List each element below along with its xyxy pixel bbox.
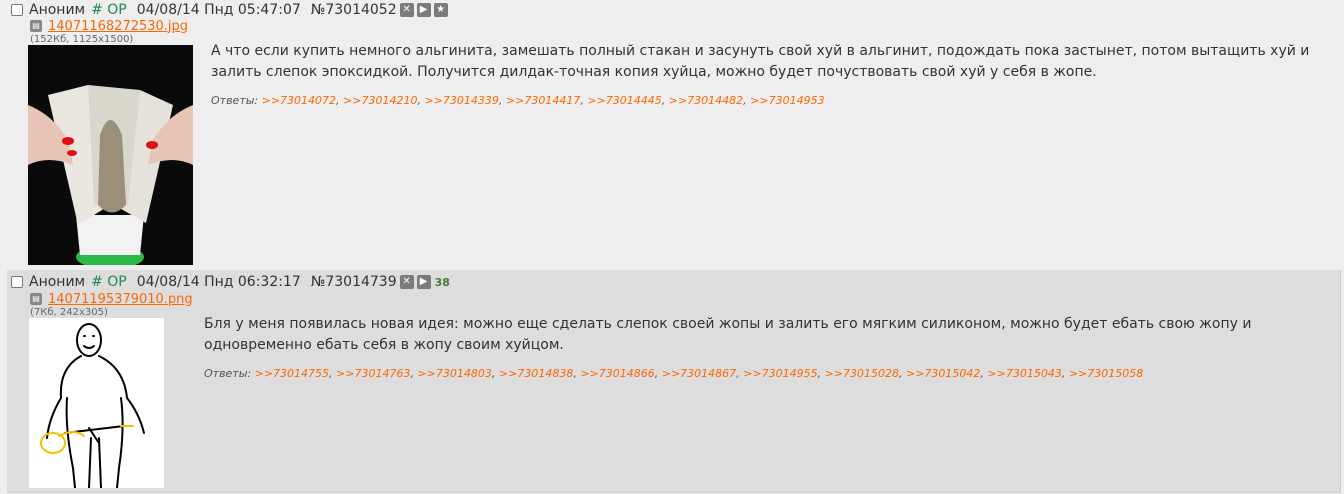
- reply-link[interactable]: >>73014763: [336, 367, 410, 380]
- post-number[interactable]: №73014052: [311, 2, 397, 18]
- reply-link[interactable]: >>73014482: [669, 94, 743, 107]
- file-info: (152Кб, 1125x1500): [30, 34, 134, 45]
- file-icon: ▤: [30, 20, 42, 32]
- reply-link[interactable]: >>73014955: [743, 367, 817, 380]
- file-link[interactable]: 14071168272530.jpg: [48, 19, 188, 34]
- post-message: Бля у меня появилась новая идея: можно е…: [204, 316, 1252, 353]
- post-replies: Ответы: >>73014072, >>73014210, >>730143…: [211, 94, 825, 107]
- file-info: (7Кб, 242x305): [30, 307, 108, 318]
- poster-trip: # OP: [91, 274, 127, 290]
- poster-trip: # OP: [91, 2, 127, 18]
- post-message: А что если купить немного альгинита, зам…: [211, 43, 1310, 80]
- reply-link[interactable]: >>73014755: [255, 367, 329, 380]
- post-date: 04/08/14 Пнд 06:32:17: [136, 274, 301, 290]
- reply-icon[interactable]: ▶: [416, 275, 431, 289]
- replies-label: Ответы:: [204, 367, 252, 380]
- reply-link[interactable]: >>73015058: [1069, 367, 1143, 380]
- reply-icon[interactable]: ▶: [416, 3, 431, 17]
- reply-link[interactable]: >>73014417: [506, 94, 580, 107]
- reply-link[interactable]: >>73014953: [750, 94, 824, 107]
- post-counter: 38: [434, 275, 450, 289]
- reply-link[interactable]: >>73015042: [906, 367, 980, 380]
- reply-link[interactable]: >>73014838: [499, 367, 573, 380]
- reply-link[interactable]: >>73015043: [987, 367, 1061, 380]
- post-checkbox[interactable]: [11, 276, 23, 288]
- poster-name: Аноним: [29, 274, 86, 290]
- post-op: Аноним # OP 04/08/14 Пнд 05:47:07 №73014…: [0, 0, 1344, 268]
- reply-link[interactable]: >>73015028: [825, 367, 899, 380]
- file-line: ▤ 14071195379010.png: [30, 292, 193, 307]
- hide-icon[interactable]: ✕: [399, 3, 414, 17]
- reply-link[interactable]: >>73014803: [417, 367, 491, 380]
- post-image[interactable]: [29, 318, 164, 488]
- hide-icon[interactable]: ✕: [399, 275, 414, 289]
- favorite-icon[interactable]: ★: [433, 3, 448, 17]
- post-replies: Ответы: >>73014755, >>73014763, >>730148…: [204, 367, 1144, 380]
- post-reply: Аноним # OP 04/08/14 Пнд 06:32:17 №73014…: [7, 270, 1341, 493]
- reply-link[interactable]: >>73014866: [580, 367, 654, 380]
- file-icon: ▤: [30, 293, 42, 305]
- file-line: ▤ 14071168272530.jpg: [30, 19, 188, 34]
- reply-link[interactable]: >>73014867: [662, 367, 736, 380]
- reply-link[interactable]: >>73014072: [262, 94, 336, 107]
- post-date: 04/08/14 Пнд 05:47:07: [136, 2, 301, 18]
- post-image[interactable]: [28, 45, 193, 265]
- reply-link[interactable]: >>73014339: [424, 94, 498, 107]
- post-checkbox[interactable]: [11, 4, 23, 16]
- file-link[interactable]: 14071195379010.png: [48, 292, 193, 307]
- post-header: Аноним # OP 04/08/14 Пнд 06:32:17 №73014…: [11, 273, 450, 291]
- reply-link[interactable]: >>73014210: [343, 94, 417, 107]
- post-header: Аноним # OP 04/08/14 Пнд 05:47:07 №73014…: [11, 1, 448, 19]
- post-number[interactable]: №73014739: [311, 274, 397, 290]
- replies-label: Ответы:: [211, 94, 259, 107]
- poster-name: Аноним: [29, 2, 86, 18]
- reply-link[interactable]: >>73014445: [587, 94, 661, 107]
